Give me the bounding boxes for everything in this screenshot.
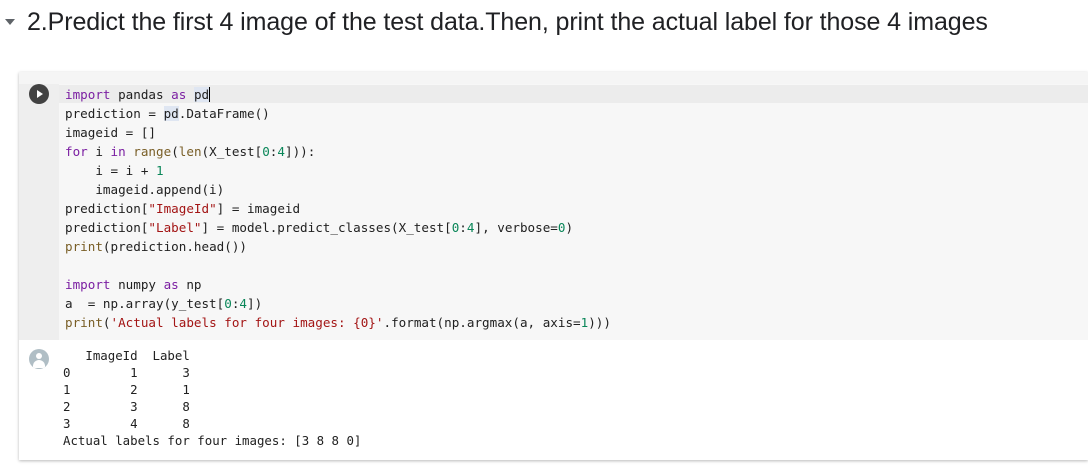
code-line: prediction["Label"] = model.predict_clas… [65,218,611,237]
cell-gutter [19,84,59,340]
code-token: "ImageId" [148,201,217,216]
code-token: len [178,144,202,159]
code-token: prediction[ [65,220,149,235]
code-cell[interactable]: import pandas as pd prediction = pd.DataF… [19,72,1088,460]
section-heading: 2.Predict the first 4 image of the test … [27,8,988,36]
code-line: prediction = pd.DataFrame() [65,104,611,123]
output-area: ImageId Label 0 1 3 1 2 1 2 3 8 3 4 8 Actual … [19,340,1088,460]
output-line: 2 3 8 [63,399,190,414]
code-token: ( [171,144,179,159]
code-token: 0 [262,144,270,159]
code-token: a = np.array(y_test[ [65,296,225,311]
code-token: ] = imageid [216,201,301,216]
code-token: .DataFrame() [178,106,270,121]
code-token: range [133,144,172,159]
cell-toolbar-strip [19,72,1088,84]
chevron-down-icon[interactable] [5,19,15,25]
code-token: 1 [156,163,164,178]
output-line: 3 4 8 [63,416,190,431]
code-token: pd [193,87,210,102]
code-token: 'Actual labels for four images: {0}' [110,315,384,330]
output-line: Actual labels for four images: [3 8 8 0] [63,433,362,448]
output-line: ImageId Label [63,348,190,363]
code-token: i = i + [65,163,156,178]
section-heading-row: 2.Predict the first 4 image of the test … [0,0,1088,48]
code-token: ( [102,315,111,330]
code-token: ))) [588,315,611,330]
code-line: import numpy as np [65,275,611,294]
code-token: ]) [247,296,263,311]
code-token: 4 [239,296,248,311]
code-token: ])): [284,144,316,159]
code-token: 4 [277,144,285,159]
code-token: prediction = [65,106,164,121]
code-line: prediction["ImageId"] = imageid [65,199,611,218]
code-token: as [163,277,179,292]
code-token: imageid.append(i) [65,182,225,197]
code-token: "Label" [148,220,202,235]
code-line: ​ [65,256,611,275]
code-token: import [65,87,111,102]
code-token: pd [163,106,179,121]
code-token: np [178,277,202,292]
code-token: ) [565,220,574,235]
code-token: in [110,144,126,159]
output-text: ImageId Label 0 1 3 1 2 1 2 3 8 3 4 8 Actual … [63,347,361,449]
code-token: ] = model.predict_classes(X_test[ [201,220,452,235]
code-token: : [459,220,467,235]
output-line: 1 2 1 [63,382,190,397]
code-token: imageid = [] [65,125,156,140]
code-token: for [65,144,88,159]
code-token: (X_test[ [201,144,263,159]
code-token: as [171,87,187,102]
code-line: a = np.array(y_test[0:4]) [65,294,611,313]
code-token: .format(np.argmax(a, axis= [383,315,581,330]
run-cell-button[interactable] [29,84,49,104]
code-token: ], verbose= [474,220,558,235]
code-token: (prediction.head()) [102,239,247,254]
code-token: 0 [224,296,232,311]
code-line: imageid.append(i) [65,180,611,199]
user-avatar-icon[interactable] [29,349,49,369]
output-line: 0 1 3 [63,365,190,380]
code-editor[interactable]: import pandas as pd prediction = pd.DataF… [59,84,1088,340]
code-token: import [65,277,111,292]
code-line: print(prediction.head()) [65,237,611,256]
code-token: prediction[ [65,201,149,216]
code-token: i [87,144,111,159]
code-token: numpy [110,277,164,292]
text-cursor [209,87,211,102]
code-token: print [65,239,103,254]
code-line: import pandas as pd [65,85,611,104]
play-icon [37,90,43,98]
code-line: i = i + 1 [65,161,611,180]
code-line: print('Actual labels for four images: {0… [65,313,611,332]
code-line: imageid = [] [65,123,611,142]
code-token: print [65,315,103,330]
code-line: for i in range(len(X_test[0:4])): [65,142,611,161]
code-token: pandas [110,87,172,102]
code-text[interactable]: import pandas as pd prediction = pd.DataF… [65,85,611,332]
